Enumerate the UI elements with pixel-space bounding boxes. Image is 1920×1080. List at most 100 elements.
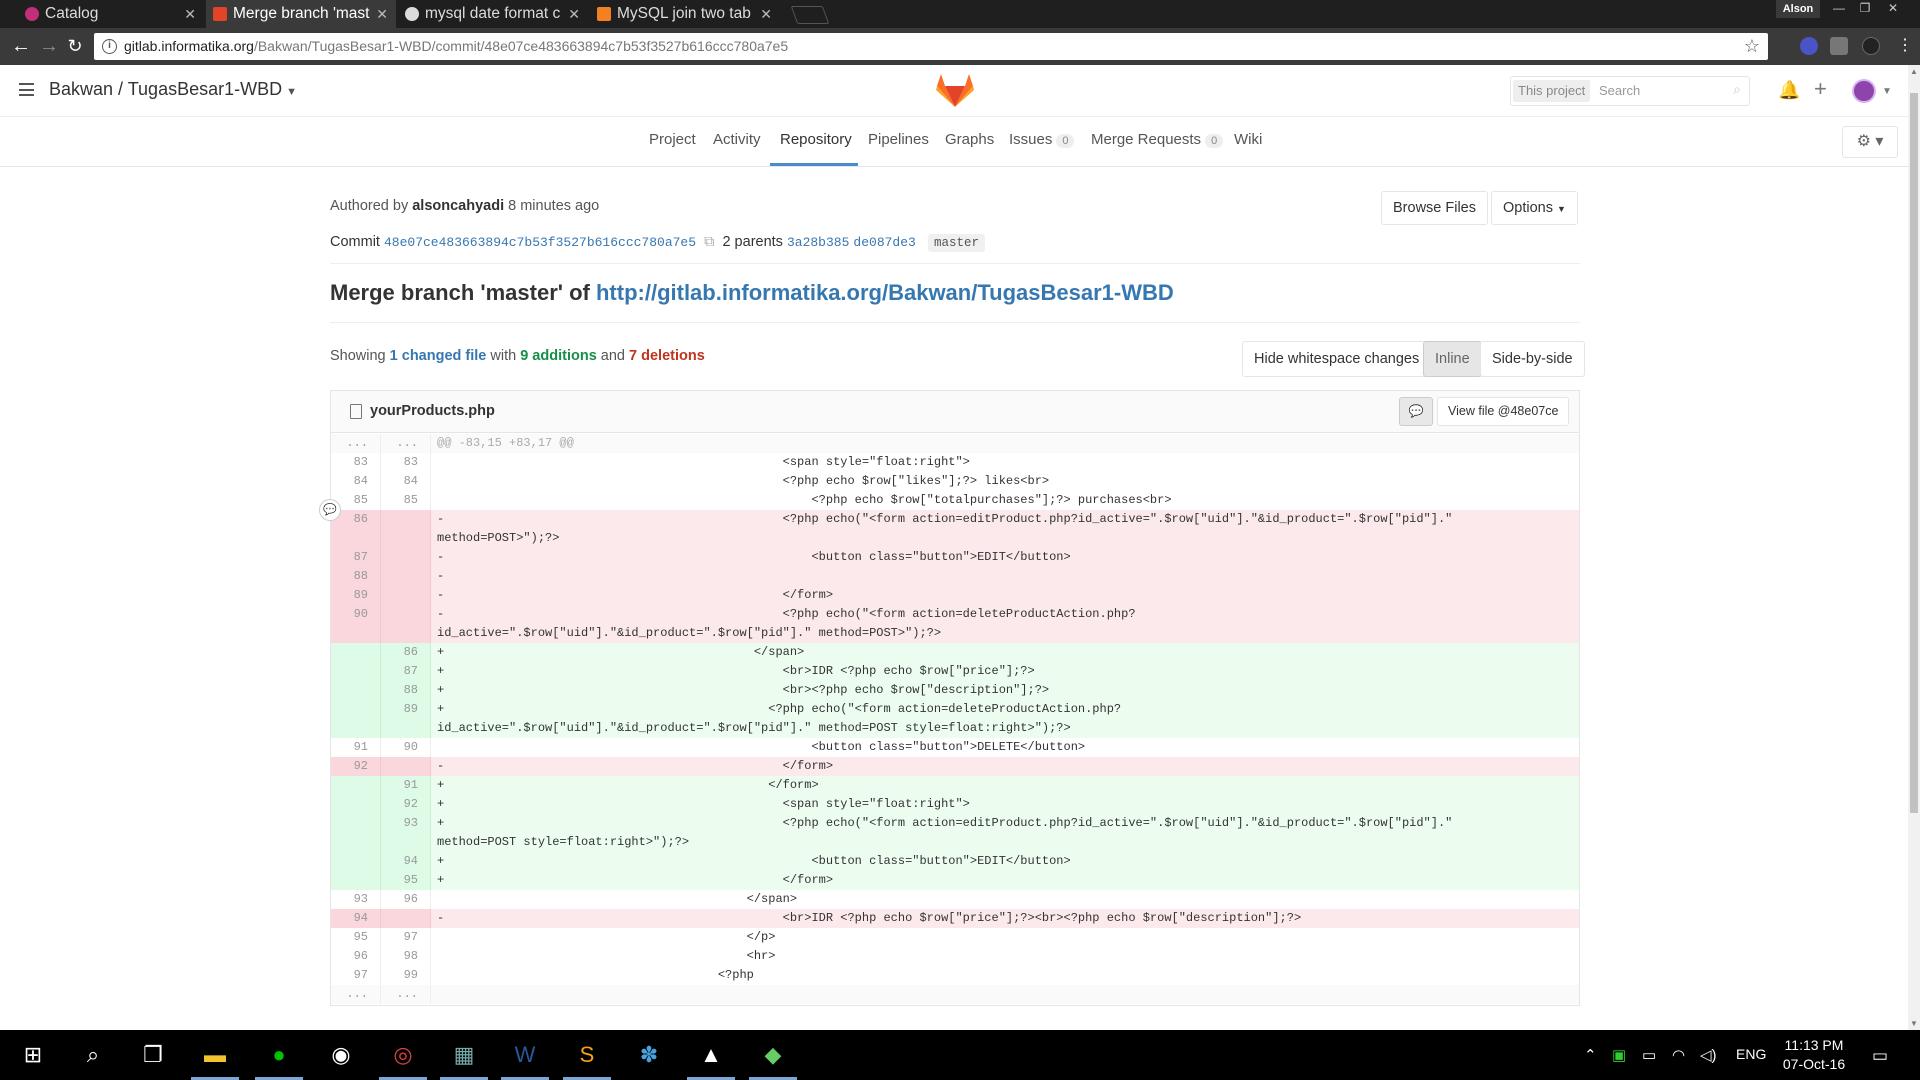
commit-title-link[interactable]: http://gitlab.informatika.org/Bakwan/Tug… [596, 280, 1174, 305]
old-line-number[interactable]: 83 [331, 453, 381, 472]
new-line-number[interactable] [381, 757, 431, 776]
new-line-number[interactable]: 90 [381, 738, 431, 757]
new-line-number[interactable]: 93 [381, 814, 431, 852]
old-line-number[interactable]: 89 [331, 586, 381, 605]
page-scrollbar[interactable]: ▲ ▼ [1908, 65, 1920, 1030]
new-line-number[interactable]: 98 [381, 947, 431, 966]
comment-toggle-icon[interactable]: 💬 [1399, 397, 1433, 426]
old-line-number[interactable]: 88 [331, 567, 381, 586]
close-tab-icon[interactable]: ✕ [376, 0, 388, 28]
volume-icon[interactable]: ◁) [1700, 1046, 1717, 1064]
new-line-number[interactable] [381, 548, 431, 567]
search-scope-badge[interactable]: This project [1513, 80, 1591, 102]
nav-issues[interactable]: Issues 0 [1009, 131, 1075, 148]
minimize-icon[interactable]: — [1826, 0, 1852, 18]
bookmark-star-icon[interactable]: ☆ [1744, 36, 1760, 57]
new-line-number[interactable]: 97 [381, 928, 431, 947]
add-comment-icon[interactable]: 💬 [319, 499, 341, 521]
old-line-number[interactable] [331, 795, 381, 814]
old-line-number[interactable]: 93 [331, 890, 381, 909]
options-button[interactable]: Options ▼ [1491, 191, 1578, 225]
sublime-text-icon[interactable]: S [563, 1038, 611, 1080]
old-line-number[interactable] [331, 643, 381, 662]
author-link[interactable]: alsoncahyadi [412, 198, 504, 214]
tray-expand-icon[interactable]: ⌃ [1584, 1046, 1597, 1064]
plus-icon[interactable]: + [1814, 76, 1827, 102]
scroll-down-icon[interactable]: ▼ [1910, 1019, 1918, 1028]
scrollbar-thumb[interactable] [1910, 93, 1918, 813]
new-line-number[interactable] [381, 586, 431, 605]
language-indicator[interactable]: ENG [1736, 1046, 1766, 1062]
chrome-menu-icon[interactable]: ⋮ [1892, 33, 1918, 59]
scroll-up-icon[interactable]: ▲ [1910, 67, 1918, 76]
notifications-bell-icon[interactable]: 🔔 [1778, 80, 1800, 101]
old-line-number[interactable]: 90 [331, 605, 381, 643]
new-line-number[interactable]: 94 [381, 852, 431, 871]
new-line-number[interactable] [381, 510, 431, 548]
wifi-icon[interactable]: ◠ [1672, 1046, 1685, 1064]
new-line-number[interactable]: 83 [381, 453, 431, 472]
branch-badge[interactable]: master [927, 234, 985, 252]
view-file-button[interactable]: View file @48e07ce [1437, 397, 1570, 426]
copy-icon[interactable]: ⧉ [704, 234, 714, 250]
new-line-number[interactable]: 96 [381, 890, 431, 909]
new-tab-button[interactable] [790, 6, 830, 24]
new-line-number[interactable]: 91 [381, 776, 431, 795]
new-line-number[interactable]: 86 [381, 643, 431, 662]
new-line-number[interactable]: 95 [381, 871, 431, 890]
old-line-number[interactable] [331, 662, 381, 681]
search-box[interactable]: This project Search ⌕ [1510, 76, 1750, 106]
search-icon[interactable]: ⌕ [76, 1038, 110, 1072]
avatar-caret-icon[interactable]: ▼ [1882, 86, 1892, 97]
profile-button[interactable]: Alson [1776, 0, 1820, 18]
file-name[interactable]: yourProducts.php [370, 403, 495, 419]
search-input[interactable]: Search [1599, 83, 1640, 98]
changed-files-link[interactable]: 1 changed file [390, 348, 487, 364]
new-line-number[interactable]: ... [381, 985, 431, 1004]
new-line-number[interactable]: 85 [381, 491, 431, 510]
tray-app-icon[interactable]: ▣ [1612, 1046, 1626, 1064]
parent-sha-1[interactable]: 3a28b385 [787, 235, 849, 250]
new-line-number[interactable] [381, 605, 431, 643]
line-app-icon[interactable]: ● [255, 1038, 303, 1080]
new-line-number[interactable]: ... [381, 434, 431, 453]
gitlab-logo-icon[interactable] [936, 72, 974, 108]
nav-wiki[interactable]: Wiki [1234, 131, 1262, 148]
new-line-number[interactable]: 88 [381, 681, 431, 700]
old-line-number[interactable]: 84 [331, 472, 381, 491]
old-line-number[interactable]: 96 [331, 947, 381, 966]
shield-icon[interactable] [1830, 37, 1848, 55]
hide-whitespace-button[interactable]: Hide whitespace changes [1242, 341, 1432, 377]
nav-project[interactable]: Project [649, 131, 696, 148]
inline-view-button[interactable]: Inline [1423, 341, 1482, 377]
old-line-number[interactable]: 95 [331, 928, 381, 947]
chrome-icon[interactable]: ◎ [379, 1038, 427, 1080]
old-line-number[interactable] [331, 871, 381, 890]
forward-arrow-icon[interactable]: → [36, 33, 62, 59]
new-line-number[interactable]: 87 [381, 662, 431, 681]
reload-icon[interactable]: ↻ [62, 33, 88, 59]
browser-tab-mysql-join[interactable]: MySQL join two tab ✕ [590, 0, 780, 28]
parent-sha-2[interactable]: de087de3 [853, 235, 915, 250]
hamburger-menu-icon[interactable] [19, 83, 34, 96]
old-line-number[interactable]: 92 [331, 757, 381, 776]
word-icon[interactable]: W [501, 1038, 549, 1080]
close-tab-icon[interactable]: ✕ [760, 0, 772, 28]
extension-icon[interactable] [1800, 37, 1818, 55]
address-bar[interactable]: i gitlab.informatika.org/Bakwan/TugasBes… [94, 33, 1768, 60]
old-line-number[interactable] [331, 814, 381, 852]
nav-merge-requests[interactable]: Merge Requests 0 [1091, 131, 1224, 148]
new-line-number[interactable]: 84 [381, 472, 431, 491]
close-tab-icon[interactable]: ✕ [568, 0, 580, 28]
side-by-side-button[interactable]: Side-by-side [1480, 341, 1585, 377]
notifications-icon[interactable]: ▭ [1872, 1046, 1888, 1066]
nav-graphs[interactable]: Graphs [945, 131, 994, 148]
old-line-number[interactable]: ... [331, 985, 381, 1004]
old-line-number[interactable]: 87 [331, 548, 381, 567]
battery-icon[interactable]: ▭ [1642, 1046, 1656, 1064]
close-window-icon[interactable]: ✕ [1880, 0, 1906, 18]
nav-pipelines[interactable]: Pipelines [868, 131, 929, 148]
new-line-number[interactable]: 89 [381, 700, 431, 738]
close-tab-icon[interactable]: ✕ [184, 0, 196, 28]
project-title[interactable]: Bakwan / TugasBesar1-WBD ▼ [49, 79, 297, 100]
